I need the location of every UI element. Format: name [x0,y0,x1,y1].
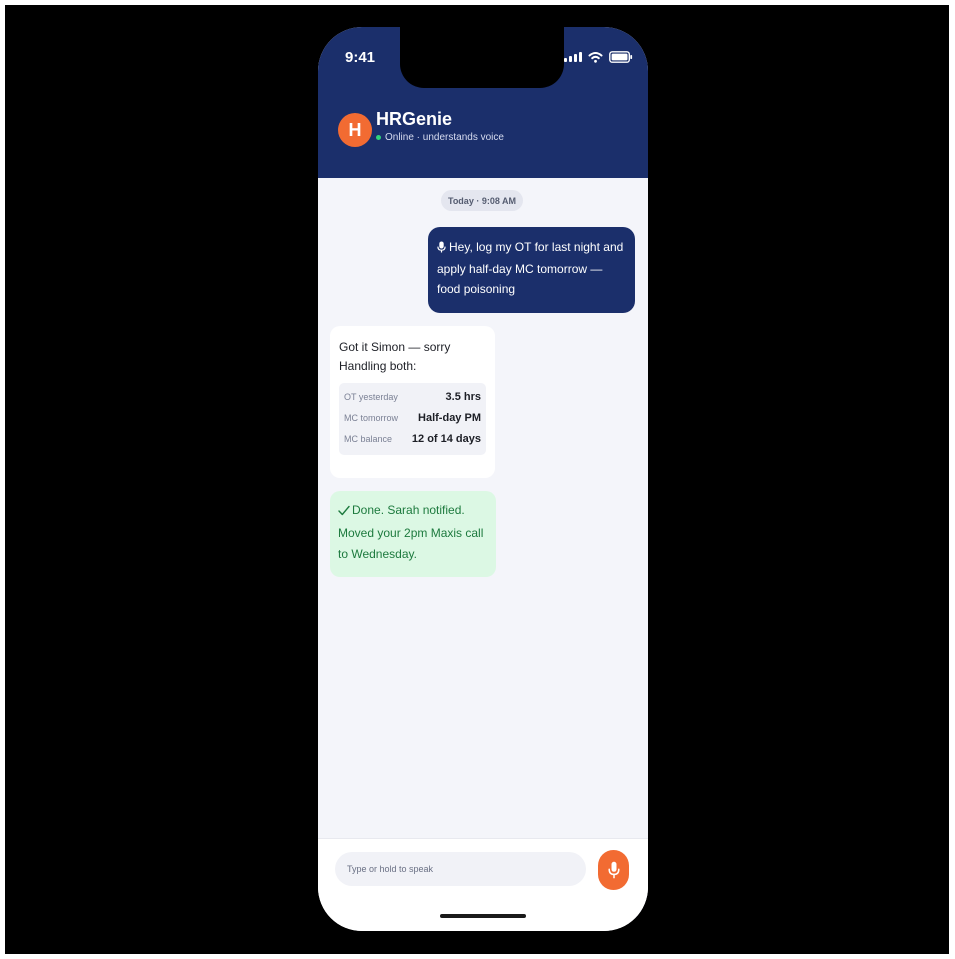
phone-frame: 9:41 H HRGenie Online · understands voic… [318,27,648,931]
bot-name: HRGenie [376,109,453,129]
home-indicator[interactable] [440,914,526,918]
user-message-bubble: Hey, log my OT for last night and apply … [428,227,635,313]
summary-label: MC balance [344,434,393,444]
confirmation-text: Done. Sarah notified. Moved your 2pm Max… [338,503,484,561]
composer-bar [318,838,648,931]
online-dot-icon [376,135,381,140]
dynamic-island [400,27,564,88]
checkmark-icon [338,502,350,523]
bot-reply-bubble: Got it Simon — sorry Handling both: OT y… [330,326,495,478]
summary-label: MC tomorrow [344,413,399,423]
bot-reply-line: Handling both: [339,359,417,373]
summary-label: OT yesterday [344,392,398,402]
summary-row-ot: OT yesterday 3.5 hrs [344,388,481,409]
presence-text: Online · understands voice [385,132,504,143]
status-icons [564,51,633,63]
signal-icon [564,52,582,62]
microphone-icon [607,861,620,879]
summary-value: 12 of 14 days [411,433,481,445]
battery-icon [609,51,633,63]
summary-value: Half-day PM [418,412,481,424]
date-divider: Today · 9:08 AM [441,190,523,211]
presence-status: Online · understands voice [376,132,504,143]
voice-record-button[interactable] [598,850,629,890]
user-message-text: Hey, log my OT for last night and apply … [437,240,624,296]
voice-mic-icon [437,239,446,259]
bot-avatar[interactable]: H [338,113,372,147]
chat-header: 9:41 H HRGenie Online · understands voic… [318,27,648,178]
message-input[interactable] [335,852,586,886]
summary-row-balance: MC balance 12 of 14 days [344,430,481,451]
summary-value: 3.5 hrs [445,391,481,403]
status-time: 9:41 [345,49,376,66]
confirmation-bubble: Done. Sarah notified. Moved your 2pm Max… [330,491,496,577]
request-summary-card: OT yesterday 3.5 hrs MC tomorrow Half-da… [339,383,486,455]
summary-row-mc: MC tomorrow Half-day PM [344,409,481,430]
wifi-icon [588,51,603,63]
bot-reply-line: Got it Simon — sorry [339,340,451,354]
